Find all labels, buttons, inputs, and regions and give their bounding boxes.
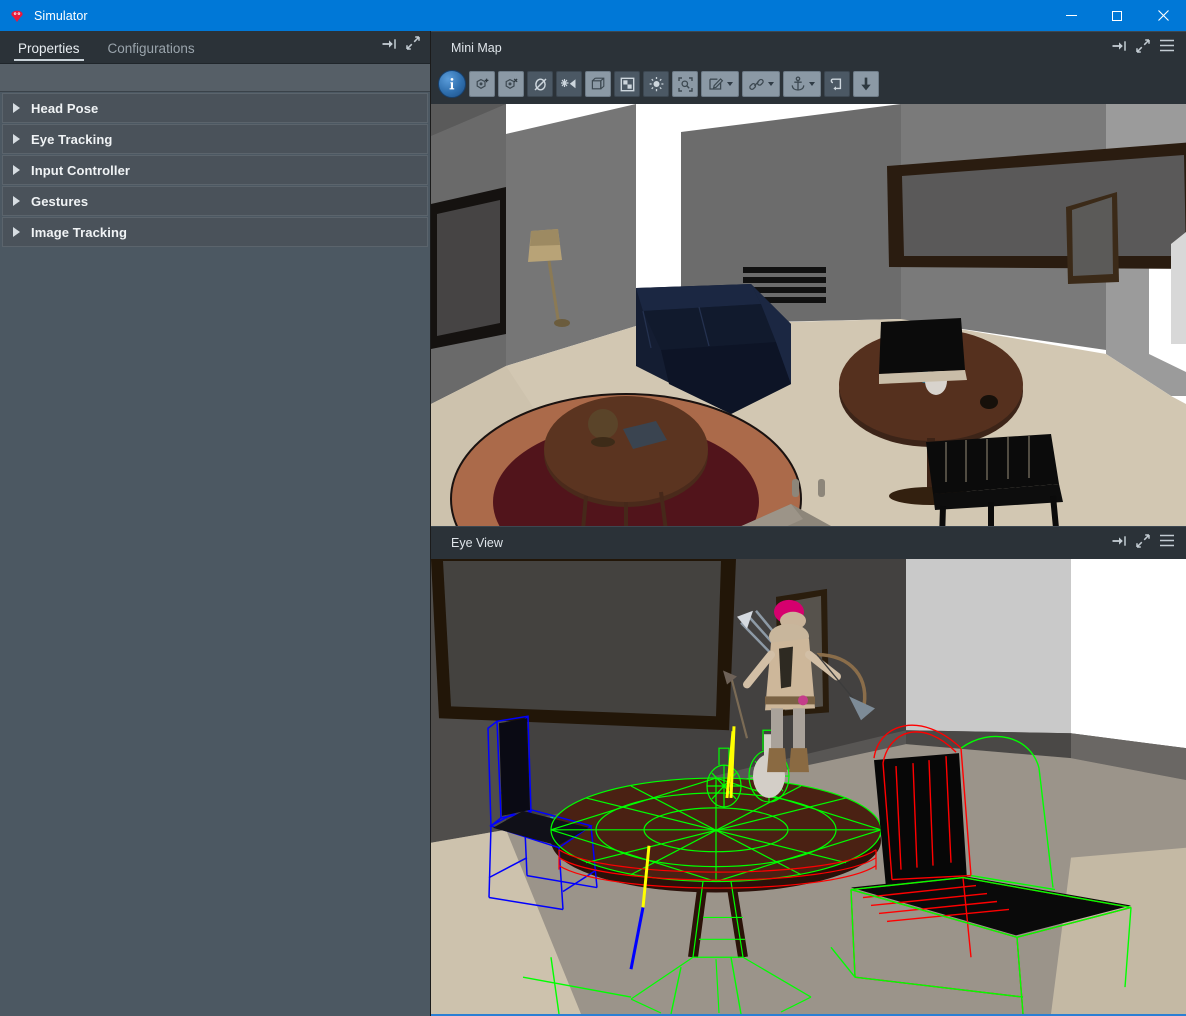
bounding-box-button[interactable] <box>585 71 611 97</box>
eye-view-header: Eye View <box>431 526 1186 559</box>
chevron-right-icon <box>13 227 20 237</box>
dining-chair-back <box>879 318 967 384</box>
checker-grid-icon <box>620 77 634 91</box>
properties-dock: Properties Configurations Head Pose Eye … <box>0 31 430 1016</box>
chevron-down-icon <box>808 82 815 86</box>
reload-button[interactable] <box>824 71 850 97</box>
download-button[interactable] <box>853 71 879 97</box>
sidebar-item-input-controller[interactable]: Input Controller <box>2 155 428 185</box>
sidebar-item-image-tracking[interactable]: Image Tracking <box>2 217 428 247</box>
chevron-right-icon <box>13 165 20 175</box>
checkerboard-button[interactable] <box>614 71 640 97</box>
link-button[interactable] <box>742 71 780 97</box>
mini-map-viewport[interactable] <box>431 104 1186 526</box>
mini-map-header: Mini Map <box>431 31 1186 64</box>
properties-list-topstrip <box>0 64 430 92</box>
sidebar-item-label: Input Controller <box>31 162 131 178</box>
dock-collapse-icon[interactable] <box>382 37 397 55</box>
expand-diagonal-icon[interactable] <box>1136 38 1150 58</box>
focus-target-icon <box>677 76 693 92</box>
viewport-stack: Mini Map Eye View <box>431 31 1186 1016</box>
mini-map-title: Mini Map <box>451 41 502 55</box>
expand-diagonal-icon[interactable] <box>406 36 420 55</box>
anchor-button[interactable] <box>783 71 821 97</box>
sidebar-item-head-pose[interactable]: Head Pose <box>2 93 428 123</box>
mini-map-panel: Mini Map <box>431 31 1186 526</box>
chevron-down-icon <box>768 82 774 86</box>
hamburger-menu-icon[interactable] <box>1159 39 1175 57</box>
window-titlebar: Simulator <box>0 0 1186 31</box>
tab-configurations[interactable]: Configurations <box>98 41 205 63</box>
focus-button[interactable] <box>672 71 698 97</box>
hide-object-button[interactable] <box>527 71 553 97</box>
mini-map-toolbar <box>431 64 1186 104</box>
anchor-icon <box>791 76 804 91</box>
mini-map-header-icons <box>1112 38 1186 58</box>
sidebar-item-label: Head Pose <box>31 100 99 116</box>
pencil-square-icon <box>708 78 723 90</box>
simulator-app-icon <box>9 8 25 24</box>
eye-view-panel: Eye View <box>431 526 1186 1016</box>
mini-map-render <box>431 104 1186 526</box>
window-title: Simulator <box>34 8 88 23</box>
lightbulb-icon <box>649 76 663 91</box>
properties-section-list[interactable]: Head Pose Eye Tracking Input Controller … <box>0 64 430 1016</box>
close-button[interactable] <box>1140 0 1186 31</box>
info-button[interactable] <box>438 70 466 98</box>
tab-properties-label: Properties <box>18 41 80 56</box>
object-minus-icon <box>505 77 518 89</box>
info-icon <box>449 78 455 90</box>
expand-diagonal-icon[interactable] <box>1136 533 1150 553</box>
chevron-right-icon <box>13 103 20 113</box>
wall-picture-left <box>431 187 506 349</box>
hamburger-menu-icon[interactable] <box>1159 534 1175 552</box>
chevron-down-icon <box>726 82 733 86</box>
sidebar-item-eye-tracking[interactable]: Eye Tracking <box>2 124 428 154</box>
eye-view-header-icons <box>1112 533 1186 553</box>
sidebar-item-label: Gestures <box>31 193 89 209</box>
remove-object-button[interactable] <box>498 71 524 97</box>
arrow-down-icon <box>861 77 871 91</box>
isolate-button[interactable] <box>556 71 582 97</box>
chevron-right-icon <box>13 196 20 206</box>
properties-tabbar: Properties Configurations <box>0 31 430 64</box>
chain-link-icon <box>749 78 764 90</box>
refresh-loop-icon <box>830 78 842 91</box>
dock-collapse-icon[interactable] <box>1112 39 1127 57</box>
right-window <box>1171 232 1186 344</box>
object-plus-icon <box>476 78 488 89</box>
eye-view-viewport[interactable] <box>431 559 1186 1016</box>
dock-collapse-icon[interactable] <box>1112 534 1127 552</box>
tab-configurations-label: Configurations <box>107 41 195 56</box>
eye-view-title: Eye View <box>451 536 503 550</box>
properties-header-icons <box>382 36 430 63</box>
cube-outline-icon <box>591 77 604 89</box>
light-button[interactable] <box>643 71 669 97</box>
minimize-button[interactable] <box>1048 0 1094 31</box>
wall-picture-large <box>431 559 736 731</box>
sparkle-left-icon <box>561 78 576 88</box>
maximize-button[interactable] <box>1094 0 1140 31</box>
edit-button[interactable] <box>701 71 739 97</box>
sidebar-item-label: Eye Tracking <box>31 131 113 147</box>
tab-properties[interactable]: Properties <box>8 41 90 63</box>
chevron-right-icon <box>13 134 20 144</box>
add-object-button[interactable] <box>469 71 495 97</box>
eye-slash-icon <box>533 77 547 91</box>
sidebar-item-gestures[interactable]: Gestures <box>2 186 428 216</box>
eye-view-render <box>431 559 1186 1014</box>
sidebar-item-label: Image Tracking <box>31 224 128 240</box>
